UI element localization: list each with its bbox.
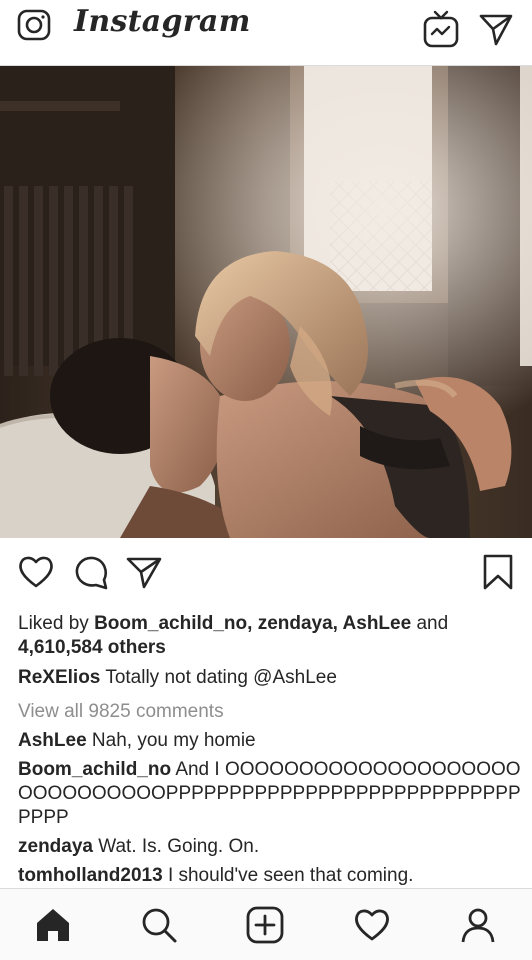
heart-outline-icon[interactable] [16,552,56,592]
post-actions [0,540,532,610]
likes-count[interactable]: 4,610,584 others [18,637,166,658]
igtv-icon[interactable] [422,9,460,49]
bottom-navigation [0,888,532,960]
paper-plane-icon[interactable] [124,552,164,592]
comment-item: zendaya Wat. Is. Going. On. [18,835,523,859]
likes-summary: Liked by Boom_achild_no, zendaya, AshLee… [18,612,523,660]
caption-username[interactable]: ReXElios [18,667,100,688]
caption: ReXElios Totally not dating @AshLee [18,666,523,690]
comment-username[interactable]: Boom_achild_no [18,759,171,780]
comment-bubble-icon[interactable] [72,552,112,592]
add-post-icon[interactable] [245,905,285,945]
top-bar: Instagram [0,0,532,66]
view-all-comments-link[interactable]: View all 9825 comments [18,700,523,724]
comment-item: tomholland2013 I should've seen that com… [18,864,523,888]
instagram-logo: Instagram [74,4,251,39]
comment-text: I should've seen that coming. [167,865,414,886]
camera-icon[interactable] [16,7,52,43]
post-details: Liked by Boom_achild_no, zendaya, AshLee… [18,612,523,888]
profile-icon[interactable] [458,905,498,945]
comment-text: Nah, you my homie [91,730,256,751]
search-icon[interactable] [139,905,179,945]
liked-by-users[interactable]: Boom_achild_no, zendaya, AshLee [94,613,411,634]
comment-item: AshLee Nah, you my homie [18,729,523,753]
paper-plane-icon[interactable] [478,11,514,47]
heart-activity-icon[interactable] [352,905,392,945]
comment-username[interactable]: zendaya [18,836,93,857]
caption-text: Totally not dating @AshLee [105,667,337,688]
post-image [0,66,532,538]
comment-username[interactable]: tomholland2013 [18,865,163,886]
comment-item: Boom_achild_no And I OOOOOOOOOOOOOOOOOOO… [18,758,523,830]
post-photo[interactable] [0,66,532,538]
comment-text: Wat. Is. Going. On. [98,836,260,857]
home-icon[interactable] [33,905,73,945]
comment-username[interactable]: AshLee [18,730,87,751]
bookmark-icon[interactable] [478,552,518,592]
likes-prefix: Liked by [18,613,89,634]
likes-and: and [416,613,449,634]
